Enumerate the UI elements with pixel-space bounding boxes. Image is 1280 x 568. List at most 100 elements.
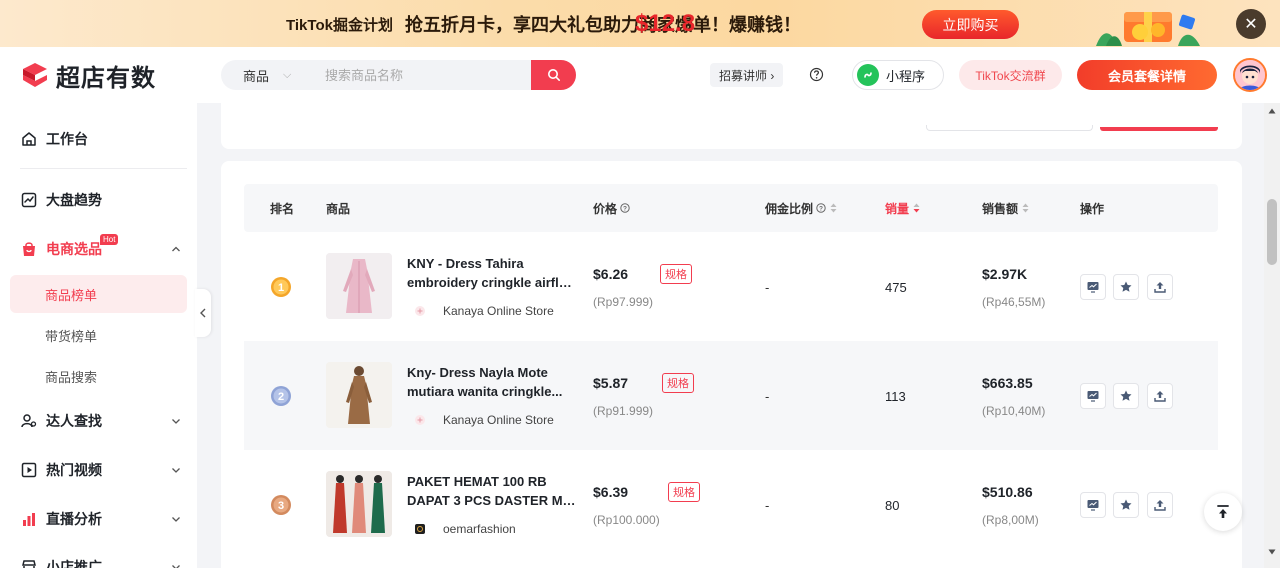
export-button[interactable] — [1147, 492, 1173, 518]
favorite-button[interactable] — [1113, 383, 1139, 409]
favorite-button[interactable] — [1113, 274, 1139, 300]
export-button[interactable] — [1147, 274, 1173, 300]
svg-text:?: ? — [623, 205, 627, 212]
chevron-down-icon[interactable] — [170, 561, 182, 568]
sidebar-item-influencer[interactable]: 达人查找 — [20, 409, 102, 433]
sidebar-item-live[interactable]: 直播分析 — [20, 507, 102, 531]
rank-medal-silver-icon: 2 — [271, 386, 291, 406]
spec-button[interactable]: 规格 — [668, 482, 700, 502]
info-icon[interactable]: ? — [816, 203, 826, 213]
sales-value: 475 — [885, 280, 907, 295]
mini-program-button[interactable]: 小程序 — [852, 60, 944, 90]
help-icon[interactable] — [809, 67, 824, 82]
table-row: 3 PAKET HEMAT 100 RB DAPAT 3 PCS DASTER … — [244, 450, 1218, 559]
analysis-button[interactable] — [1080, 274, 1106, 300]
gmv-usd: $2.97K — [982, 266, 1028, 282]
shop-logo-icon — [415, 306, 425, 316]
page-scrollbar[interactable] — [1264, 103, 1280, 568]
export-button[interactable] — [1147, 383, 1173, 409]
dress-image-icon — [326, 362, 392, 428]
sidebar-item-product-search[interactable]: 商品搜索 — [45, 366, 97, 386]
scroll-up-icon[interactable] — [1268, 108, 1276, 114]
arrow-up-icon — [1217, 505, 1229, 518]
vip-plan-button[interactable]: 会员套餐详情 — [1077, 60, 1217, 90]
search-icon — [547, 69, 560, 81]
sidebar-item-ecommerce[interactable]: 电商选品 — [20, 237, 102, 261]
sidebar-item-label: 电商选品 — [46, 241, 102, 257]
banner-text: TikTok掘金计划 $12.8 抢五折月卡，享四大礼包助力商家爆单！爆赚钱！ — [286, 8, 801, 40]
sidebar-item-workbench[interactable]: 工作台 — [20, 127, 88, 151]
search-category-select[interactable]: 商品 ⌵ — [221, 66, 303, 85]
analysis-button[interactable] — [1080, 492, 1106, 518]
col-gmv[interactable]: 销售额 — [982, 184, 1029, 232]
scrollbar-thumb[interactable] — [1267, 199, 1277, 265]
sidebar-item-market-trend[interactable]: 大盘趋势 — [20, 188, 102, 212]
info-icon[interactable]: ? — [620, 203, 630, 213]
sort-icon[interactable] — [830, 203, 837, 213]
product-image[interactable] — [326, 253, 392, 319]
home-icon — [22, 132, 36, 146]
avatar[interactable] — [1233, 58, 1267, 92]
chevron-up-icon[interactable] — [170, 243, 182, 255]
collapse-sidebar-button[interactable] — [195, 289, 211, 337]
shop-name[interactable]: Kanaya Online Store — [414, 412, 554, 428]
sidebar-item-hot-video[interactable]: 热门视频 — [20, 458, 102, 482]
chevron-down-icon[interactable] — [170, 415, 182, 427]
sidebar-item-label: 直播分析 — [46, 511, 102, 527]
chevron-down-icon[interactable] — [170, 513, 182, 525]
shop-name[interactable]: Kanaya Online Store — [414, 303, 554, 319]
col-price-label: 价格 — [593, 201, 618, 216]
product-name[interactable]: KNY - Dress Tahira embroidery cringkle a… — [407, 254, 577, 292]
sort-desc-icon[interactable] — [913, 203, 920, 213]
banner-slogan: 抢五折月卡，享四大礼包助力商家爆单！爆赚钱！ — [404, 15, 801, 35]
sidebar-item-label: 热门视频 — [46, 462, 102, 478]
search-button[interactable] — [531, 60, 576, 90]
gmv-usd: $510.86 — [982, 484, 1033, 500]
buy-now-button[interactable]: 立即购买 — [922, 10, 1019, 39]
promo-banner: TikTok掘金计划 $12.8 抢五折月卡，享四大礼包助力商家爆单！爆赚钱！ … — [0, 0, 1280, 47]
product-image[interactable] — [326, 471, 392, 537]
sidebar-item-product-rank[interactable]: 商品榜单 — [45, 284, 97, 304]
sort-icon[interactable] — [1022, 203, 1029, 213]
col-rank: 排名 — [270, 201, 295, 216]
chart-screen-icon — [1087, 282, 1099, 293]
shop-logo-icon — [415, 524, 425, 534]
close-banner-button[interactable]: ✕ — [1236, 9, 1266, 39]
recruit-lecturer-link[interactable]: 招募讲师 › — [710, 63, 784, 87]
price-usd: $6.39 — [593, 484, 629, 500]
sidebar-item-label: 达人查找 — [46, 413, 102, 429]
col-price: 价格 ? — [593, 184, 630, 232]
tiktok-group-button[interactable]: TikTok交流群 — [959, 60, 1062, 90]
shop-name[interactable]: oemarfashion — [414, 521, 516, 537]
logo[interactable]: 超店有数 — [20, 59, 156, 92]
spec-button[interactable]: 规格 — [662, 373, 694, 393]
spec-button[interactable]: 规格 — [660, 264, 692, 284]
product-name[interactable]: Kny- Dress Nayla Mote mutiara wanita cri… — [407, 363, 577, 401]
product-rank-table: 排名 商品 价格 ? 佣金比例 ? 销量 销售额 操作 1 KNY - Dres… — [221, 161, 1242, 568]
sidebar-item-sales-rank[interactable]: 带货榜单 — [45, 325, 97, 345]
filter-select[interactable] — [926, 125, 1093, 131]
star-icon — [1120, 281, 1132, 292]
product-image[interactable] — [326, 362, 392, 428]
filter-submit-button[interactable] — [1100, 127, 1218, 131]
col-sales[interactable]: 销量 — [885, 184, 920, 232]
scroll-down-icon[interactable] — [1268, 549, 1276, 555]
favorite-button[interactable] — [1113, 492, 1139, 518]
sidebar-active-highlight — [10, 275, 187, 313]
search-input[interactable] — [303, 60, 531, 90]
product-name-line2: embroidery cringkle airflo... — [407, 275, 577, 290]
col-commission[interactable]: 佣金比例 ? — [765, 184, 837, 232]
product-name-line2: DAPAT 3 PCS DASTER MO... — [407, 493, 577, 508]
analysis-button[interactable] — [1080, 383, 1106, 409]
product-name-line1: Kny- Dress Nayla Mote — [407, 365, 548, 380]
rank-number: 1 — [278, 282, 284, 294]
product-name[interactable]: PAKET HEMAT 100 RB DAPAT 3 PCS DASTER MO… — [407, 472, 577, 510]
sidebar-item-shop[interactable]: 小店推广 — [20, 555, 102, 568]
banner-price: $12.8 — [635, 10, 696, 37]
logo-icon — [23, 63, 47, 87]
chevron-down-icon[interactable] — [170, 464, 182, 476]
sidebar-item-label: 小店推广 — [46, 559, 102, 568]
bar-chart-icon — [23, 513, 35, 526]
search-category-label: 商品 — [243, 68, 270, 84]
back-to-top-button[interactable] — [1204, 493, 1242, 531]
